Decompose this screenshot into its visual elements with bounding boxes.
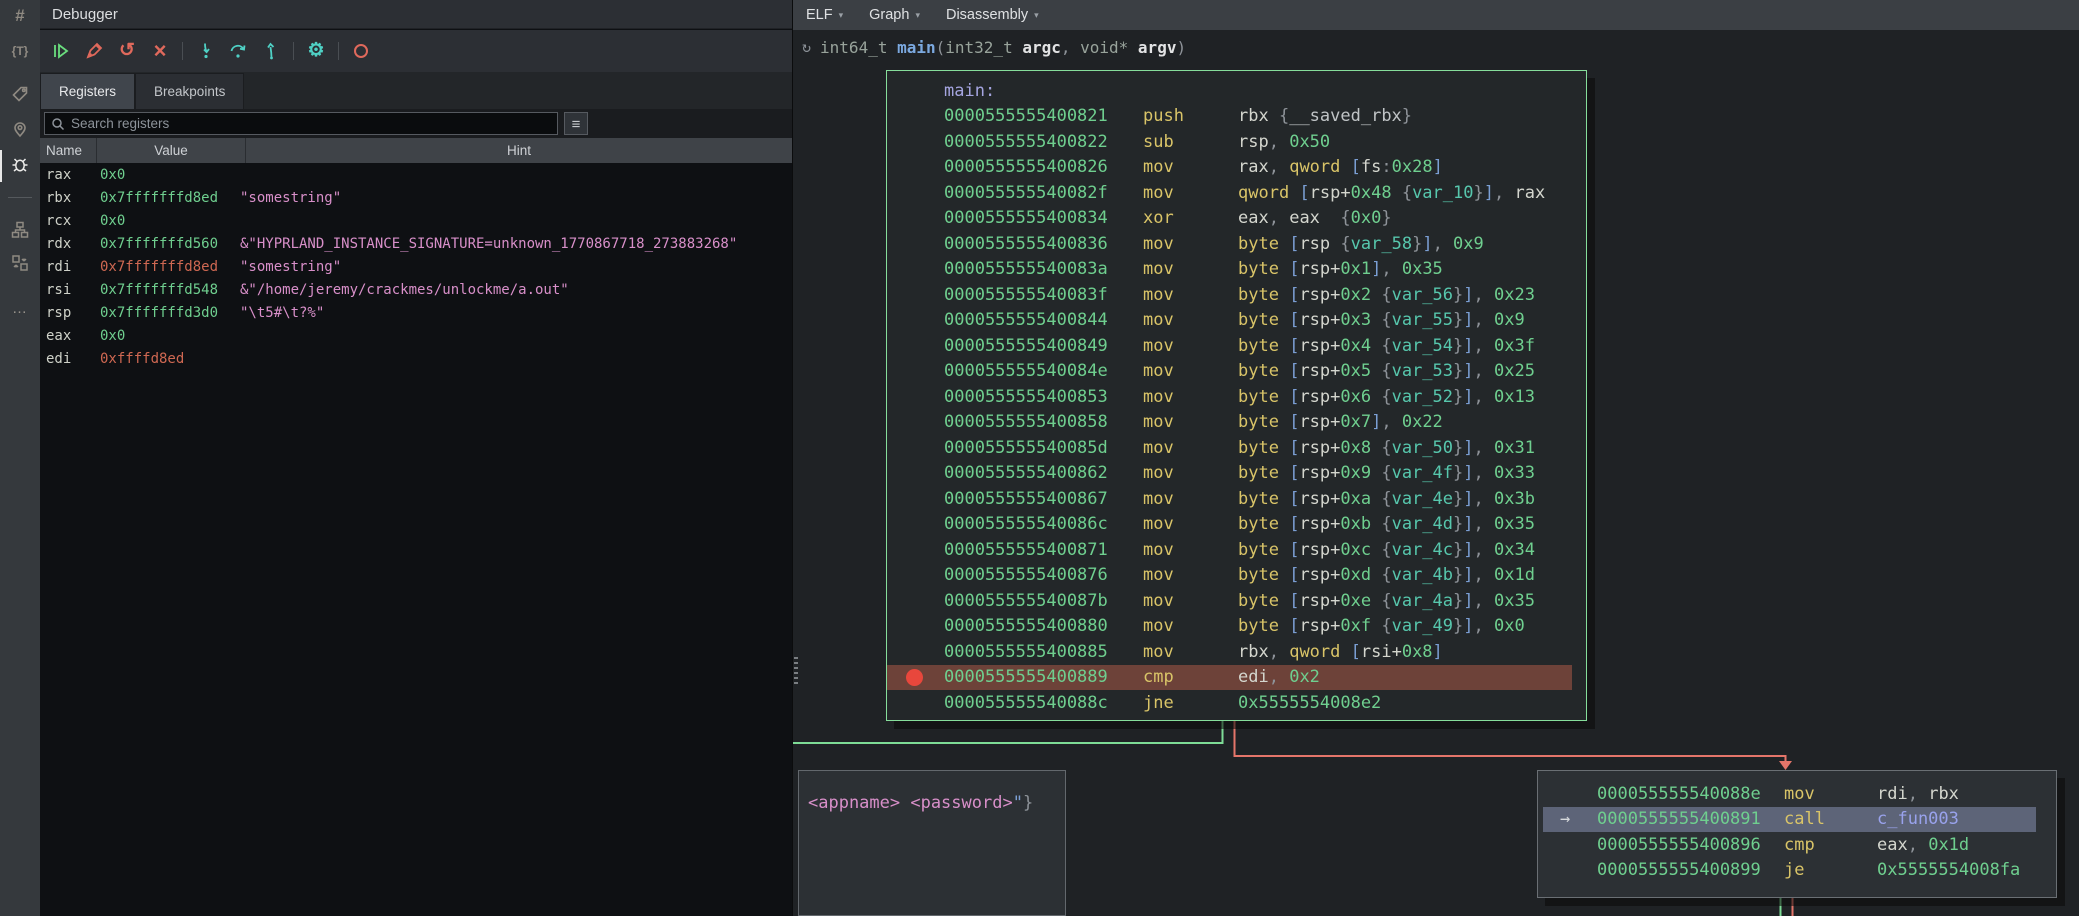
instruction-row[interactable]: →0000555555400891callc_fun003 [1543,807,2036,833]
register-row[interactable]: edi0xffffd8ed [40,347,792,370]
settings-button[interactable]: ⚙ [305,40,327,62]
register-row[interactable]: rdx0x7fffffffd560&"HYPRLAND_INSTANCE_SIG… [40,232,792,255]
search-placeholder: Search registers [71,116,169,131]
basic-block-main[interactable]: main:0000555555400821pushrbx {__saved_rb… [886,70,1587,721]
instruction-row[interactable]: 0000555555400849movbyte [rsp+0x4 {var_54… [887,333,1586,359]
breakpoint-button[interactable] [350,40,372,62]
string-literal: <appname> <password>"} [808,793,1033,813]
instruction-row[interactable]: 000055555540086cmovbyte [rsp+0xb {var_4d… [887,512,1586,538]
instruction-row[interactable]: 0000555555400821pushrbx {__saved_rbx} [887,104,1586,130]
register-row[interactable]: rdi0x7fffffffd8ed"somestring" [40,255,792,278]
instruction-row[interactable]: 000055555540083fmovbyte [rsp+0x2 {var_56… [887,282,1586,308]
tab-breakpoints[interactable]: Breakpoints [135,73,244,109]
instruction-row[interactable]: 0000555555400876movbyte [rsp+0xd {var_4b… [887,563,1586,589]
restart-button[interactable]: ↺ [116,40,138,62]
activity-bar: # {T} … [0,0,41,916]
instruction-row[interactable]: 000055555540088cjne0x5555554008e2 [887,690,1586,716]
search-icon [51,117,65,131]
column-value[interactable]: Value [97,138,246,163]
debugger-panel: Debugger ↺ × ⚙ ······ Registers [40,0,792,916]
instruction-pointer-arrow: → [1560,809,1570,829]
types-icon[interactable]: {T} [0,44,40,58]
register-search-row: Search registers ≡ [40,109,792,138]
instruction-row[interactable]: 000055555540083amovbyte [rsp+0x1], 0x35 [887,257,1586,283]
instruction-row[interactable]: 0000555555400826movrax, qword [fs:0x28] [887,155,1586,181]
instruction-row[interactable]: 000055555540087bmovbyte [rsp+0xe {var_4a… [887,588,1586,614]
rail-divider [8,197,32,198]
instruction-row[interactable]: 000055555540084emovbyte [rsp+0x5 {var_53… [887,359,1586,385]
debugger-tabs: Registers Breakpoints [40,72,792,109]
debugger-toolbar: ↺ × ⚙ [40,30,792,72]
instruction-row[interactable]: 0000555555400899je0x5555554008fa [1538,858,2056,884]
search-input[interactable]: Search registers [44,112,558,135]
register-row[interactable]: eax0x0 [40,324,792,347]
instruction-row[interactable]: 0000555555400858movbyte [rsp+0x7], 0x22 [887,410,1586,436]
register-row[interactable]: rcx0x0 [40,209,792,232]
instruction-row[interactable]: 0000555555400836movbyte [rsp {var_58}], … [887,231,1586,257]
basic-block-call[interactable]: 000055555540088emovrdi, rbx→000055555540… [1537,770,2057,898]
register-table-header: Name Value Hint [40,138,792,163]
binary-ninja-window: # {T} … Debugger ↺ × [0,0,2079,916]
instruction-row[interactable]: 000055555540082fmovqword [rsp+0x48 {var_… [887,180,1586,206]
graph-hierarchy-icon[interactable] [0,220,40,240]
instruction-row[interactable]: 0000555555400844movbyte [rsp+0x3 {var_55… [887,308,1586,334]
instruction-row[interactable]: 000055555540085dmovbyte [rsp+0x8 {var_50… [887,435,1586,461]
instruction-row[interactable]: 0000555555400834xoreax, eax {0x0} [887,206,1586,232]
symbols-hash-icon[interactable]: # [0,6,40,26]
instruction-row[interactable]: 0000555555400880movbyte [rsp+0xf {var_49… [887,614,1586,640]
breakpoint-dot[interactable] [906,669,923,686]
instruction-row[interactable]: 0000555555400853movbyte [rsp+0x6 {var_52… [887,384,1586,410]
search-options-button[interactable]: ≡ [564,112,588,135]
toolbar-separator [182,42,183,60]
stop-button[interactable]: × [149,40,171,62]
block-label: main: [887,78,1586,104]
instruction-row[interactable]: 0000555555400867movbyte [rsp+0xa {var_4e… [887,486,1586,512]
column-hint[interactable]: Hint [246,138,792,163]
attach-button[interactable] [83,40,105,62]
register-row[interactable]: rsp0x7fffffffd3d0"\t5#\t?%" [40,301,792,324]
splitter-grip[interactable] [794,657,798,685]
register-row[interactable]: rax0x0 [40,163,792,186]
disassembly-pane: main:0000555555400821pushrbx {__saved_rb… [792,0,2079,916]
instruction-row[interactable]: 0000555555400885movrbx, qword [rsi+0x8] [887,639,1586,665]
more-icon[interactable]: … [0,300,40,317]
step-out-button[interactable] [260,40,282,62]
basic-block-string[interactable]: <appname> <password>"} [798,770,1066,916]
toolbar-separator [293,42,294,60]
register-row[interactable]: rsi0x7fffffffd548&"/home/jeremy/crackmes… [40,278,792,301]
instruction-row[interactable]: 0000555555400871movbyte [rsp+0xc {var_4c… [887,537,1586,563]
tag-icon[interactable] [0,84,40,104]
instruction-row[interactable]: 0000555555400822subrsp, 0x50 [887,129,1586,155]
column-name[interactable]: Name [40,138,97,163]
toolbar-separator [338,42,339,60]
instruction-row[interactable]: 0000555555400889cmpedi, 0x2 [887,665,1572,691]
instruction-row[interactable]: 0000555555400862movbyte [rsp+0x9 {var_4f… [887,461,1586,487]
register-row[interactable]: rbx0x7fffffffd8ed"somestring" [40,186,792,209]
resume-button[interactable] [50,40,72,62]
instruction-row[interactable]: 000055555540088emovrdi, rbx [1538,781,2056,807]
panel-title: Debugger [40,0,792,29]
debugger-bug-icon[interactable] [0,153,40,175]
step-over-button[interactable] [227,40,249,62]
location-pin-icon[interactable] [0,119,40,139]
sync-icon[interactable] [0,253,40,273]
instruction-row[interactable]: 0000555555400896cmpeax, 0x1d [1538,832,2056,858]
register-table: rax0x0rbx0x7fffffffd8ed"somestring"rcx0x… [40,163,792,370]
step-into-button[interactable] [194,40,216,62]
graph-canvas[interactable]: main:0000555555400821pushrbx {__saved_rb… [793,0,2079,916]
tab-registers[interactable]: Registers [40,73,135,109]
